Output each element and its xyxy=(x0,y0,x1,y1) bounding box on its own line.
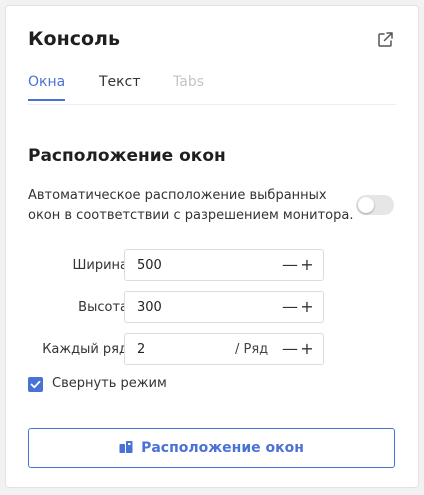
tab-text[interactable]: Текст xyxy=(99,74,140,99)
height-field[interactable]: 300 — + xyxy=(124,291,324,323)
width-decrement-button[interactable]: — xyxy=(282,256,298,274)
collapse-mode-label[interactable]: Свернуть режим xyxy=(52,376,167,391)
width-value[interactable]: 500 xyxy=(137,258,162,273)
tab-tabs: Tabs xyxy=(173,74,204,90)
per-row-value[interactable]: 2 xyxy=(137,342,145,357)
console-panel: Консоль Окна Текст Tabs Расположение око… xyxy=(5,5,419,488)
panel-title: Консоль xyxy=(28,28,120,50)
tab-bar: Окна Текст Tabs xyxy=(28,74,396,105)
height-value[interactable]: 300 xyxy=(137,300,162,315)
arrange-windows-button-label: Расположение окон xyxy=(141,440,304,456)
external-link-icon[interactable] xyxy=(376,31,394,49)
height-increment-button[interactable]: + xyxy=(299,298,315,316)
per-row-decrement-button[interactable]: — xyxy=(282,340,298,358)
per-row-suffix: / Ряд xyxy=(235,342,269,357)
toggle-knob xyxy=(358,197,374,213)
collapse-mode-checkbox[interactable] xyxy=(28,377,43,392)
per-row-increment-button[interactable]: + xyxy=(299,340,315,358)
height-decrement-button[interactable]: — xyxy=(282,298,298,316)
per-row-label: Каждый ряд xyxy=(42,342,128,357)
checkmark-icon xyxy=(30,380,41,389)
section-title: Расположение окон xyxy=(28,146,226,166)
arrange-windows-button[interactable]: Расположение окон xyxy=(28,428,395,468)
auto-arrange-description: Автоматическое расположение выбранных ок… xyxy=(28,188,354,223)
width-field[interactable]: 500 — + xyxy=(124,249,324,281)
auto-arrange-toggle[interactable] xyxy=(356,195,394,215)
per-row-field[interactable]: 2 / Ряд — + xyxy=(124,333,324,365)
height-label: Высота xyxy=(78,300,128,315)
width-label: Ширина xyxy=(72,258,128,273)
width-increment-button[interactable]: + xyxy=(299,256,315,274)
tab-windows[interactable]: Окна xyxy=(28,74,66,101)
arrange-windows-icon xyxy=(119,441,133,453)
